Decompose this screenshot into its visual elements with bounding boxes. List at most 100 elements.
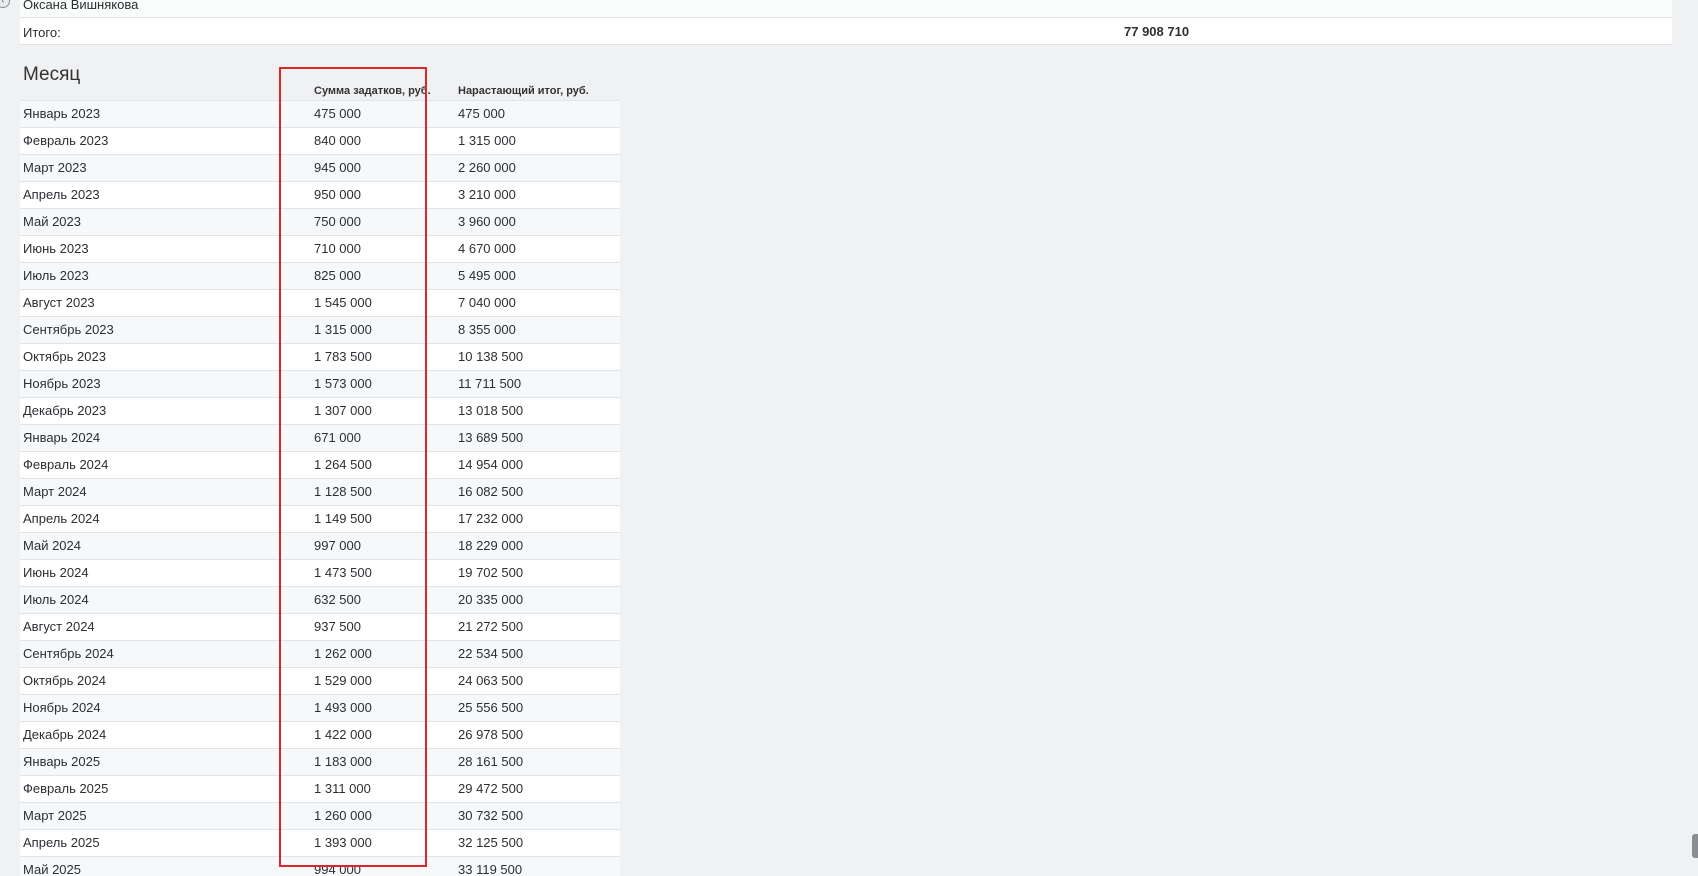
employee-summary-table: Оксана Вишнякова ▲ Итого: 77 908 710 bbox=[20, 0, 1672, 45]
cumulative-cell: 1 315 000 bbox=[458, 133, 516, 148]
table-row: Январь 2025 1 183 000 28 161 500 bbox=[20, 748, 620, 775]
month-cell: Март 2025 bbox=[23, 808, 87, 823]
cumulative-cell: 21 272 500 bbox=[458, 619, 524, 634]
deposit-cell: 475 000 bbox=[314, 106, 361, 121]
total-label: Итого: bbox=[23, 25, 61, 40]
table-row: Апрель 2023 950 000 3 210 000 bbox=[20, 181, 620, 208]
total-row: Итого: 77 908 710 bbox=[20, 18, 1672, 45]
cumulative-cell: 14 954 000 bbox=[458, 457, 524, 472]
cumulative-cell: 11 711 500 bbox=[458, 376, 522, 391]
table-row: Ноябрь 2024 1 493 000 25 556 500 bbox=[20, 694, 620, 721]
cumulative-cell: 25 556 500 bbox=[458, 700, 524, 715]
deposit-cell: 1 149 500 bbox=[314, 511, 372, 526]
month-cell: Февраль 2024 bbox=[23, 457, 109, 472]
deposit-cell: 1 545 000 bbox=[314, 295, 372, 310]
table-row: Сентябрь 2023 1 315 000 8 355 000 bbox=[20, 316, 620, 343]
deposit-cell: 840 000 bbox=[314, 133, 361, 148]
deposit-cell: 1 529 000 bbox=[314, 673, 372, 688]
cumulative-column-header[interactable]: Нарастающий итог, руб. bbox=[458, 85, 589, 97]
report-page: ‹ Оксана Вишнякова ▲ Итого: 77 908 710 М… bbox=[0, 0, 1698, 876]
table-row: Май 2023 750 000 3 960 000 bbox=[20, 208, 620, 235]
month-cell: Апрель 2024 bbox=[23, 511, 100, 526]
deposit-cell: 1 262 000 bbox=[314, 646, 372, 661]
deposit-cell: 632 500 bbox=[314, 592, 361, 607]
month-cell: Июнь 2024 bbox=[23, 565, 89, 580]
month-cell: Май 2024 bbox=[23, 538, 81, 553]
employee-name: Оксана Вишнякова bbox=[23, 0, 139, 12]
table-row: Январь 2023 475 000 475 000 bbox=[20, 100, 620, 127]
collapse-toggle-icon[interactable]: ‹ bbox=[0, 0, 10, 8]
cumulative-cell: 3 210 000 bbox=[458, 187, 516, 202]
deposit-cell: 1 128 500 bbox=[314, 484, 372, 499]
table-row: Сентябрь 2024 1 262 000 22 534 500 bbox=[20, 640, 620, 667]
table-row: Ноябрь 2023 1 573 000 11 711 500 bbox=[20, 370, 620, 397]
deposit-cell: 1 264 500 bbox=[314, 457, 372, 472]
table-row: Январь 2024 671 000 13 689 500 bbox=[20, 424, 620, 451]
cumulative-cell: 28 161 500 bbox=[458, 754, 524, 769]
month-cell: Декабрь 2024 bbox=[23, 727, 107, 742]
month-cell: Февраль 2025 bbox=[23, 781, 109, 796]
cumulative-cell: 22 534 500 bbox=[458, 646, 524, 661]
month-cell: Ноябрь 2023 bbox=[23, 376, 101, 391]
deposit-cell: 1 422 000 bbox=[314, 727, 372, 742]
cumulative-cell: 13 689 500 bbox=[458, 430, 524, 445]
cumulative-cell: 19 702 500 bbox=[458, 565, 524, 580]
month-cell: Март 2024 bbox=[23, 484, 87, 499]
table-row: Оксана Вишнякова ▲ bbox=[20, 0, 1672, 18]
cumulative-cell: 10 138 500 bbox=[458, 349, 524, 364]
table-row: Май 2024 997 000 18 229 000 bbox=[20, 532, 620, 559]
month-cell: Апрель 2023 bbox=[23, 187, 100, 202]
month-cell: Сентябрь 2024 bbox=[23, 646, 114, 661]
month-cell: Август 2024 bbox=[23, 619, 95, 634]
table-row: Август 2023 1 545 000 7 040 000 bbox=[20, 289, 620, 316]
cumulative-cell: 33 119 500 bbox=[458, 862, 523, 876]
table-row: Февраль 2023 840 000 1 315 000 bbox=[20, 127, 620, 154]
deposit-cell: 710 000 bbox=[314, 241, 361, 256]
deposit-cell: 1 783 500 bbox=[314, 349, 372, 364]
cumulative-cell: 475 000 bbox=[458, 106, 505, 121]
table-row: Март 2024 1 128 500 16 082 500 bbox=[20, 478, 620, 505]
month-cell: Сентябрь 2023 bbox=[23, 322, 114, 337]
cumulative-cell: 30 732 500 bbox=[458, 808, 524, 823]
month-cell: Март 2023 bbox=[23, 160, 87, 175]
cumulative-cell: 17 232 000 bbox=[458, 511, 524, 526]
cumulative-cell: 2 260 000 bbox=[458, 160, 516, 175]
deposit-cell: 997 000 bbox=[314, 538, 361, 553]
table-row: Декабрь 2023 1 307 000 13 018 500 bbox=[20, 397, 620, 424]
table-row: Октябрь 2024 1 529 000 24 063 500 bbox=[20, 667, 620, 694]
month-cell: Январь 2023 bbox=[23, 106, 101, 121]
deposit-cell: 1 493 000 bbox=[314, 700, 372, 715]
monthly-rows: Январь 2023 475 000 475 000 Февраль 2023 840… bbox=[20, 100, 620, 876]
month-cell: Май 2023 bbox=[23, 214, 81, 229]
month-column-title: Месяц bbox=[23, 64, 81, 85]
month-cell: Май 2025 bbox=[23, 862, 81, 876]
table-row: Апрель 2024 1 149 500 17 232 000 bbox=[20, 505, 620, 532]
month-cell: Апрель 2025 bbox=[23, 835, 100, 850]
deposit-column-header[interactable]: Сумма задатков, руб. bbox=[314, 85, 431, 97]
month-cell: Январь 2025 bbox=[23, 754, 101, 769]
deposit-cell: 1 393 000 bbox=[314, 835, 372, 850]
deposit-cell: 1 573 000 bbox=[314, 376, 372, 391]
cumulative-cell: 29 472 500 bbox=[458, 781, 524, 796]
table-row: Июль 2023 825 000 5 495 000 bbox=[20, 262, 620, 289]
cumulative-cell: 5 495 000 bbox=[458, 268, 516, 283]
table-row: Март 2023 945 000 2 260 000 bbox=[20, 154, 620, 181]
cumulative-cell: 7 040 000 bbox=[458, 295, 516, 310]
month-cell: Июль 2023 bbox=[23, 268, 89, 283]
deposit-cell: 1 311 000 bbox=[314, 781, 371, 796]
deposit-cell: 671 000 bbox=[314, 430, 361, 445]
deposit-cell: 950 000 bbox=[314, 187, 361, 202]
cumulative-cell: 8 355 000 bbox=[458, 322, 516, 337]
deposit-cell: 1 315 000 bbox=[314, 322, 372, 337]
scrollbar-thumb[interactable] bbox=[1692, 834, 1698, 858]
month-cell: Январь 2024 bbox=[23, 430, 101, 445]
cumulative-cell: 26 978 500 bbox=[458, 727, 524, 742]
table-row: Декабрь 2024 1 422 000 26 978 500 bbox=[20, 721, 620, 748]
cumulative-cell: 20 335 000 bbox=[458, 592, 524, 607]
month-cell: Октябрь 2023 bbox=[23, 349, 106, 364]
cumulative-cell: 24 063 500 bbox=[458, 673, 524, 688]
cumulative-cell: 4 670 000 bbox=[458, 241, 516, 256]
month-cell: Октябрь 2024 bbox=[23, 673, 106, 688]
month-cell: Декабрь 2023 bbox=[23, 403, 107, 418]
deposit-cell: 750 000 bbox=[314, 214, 361, 229]
